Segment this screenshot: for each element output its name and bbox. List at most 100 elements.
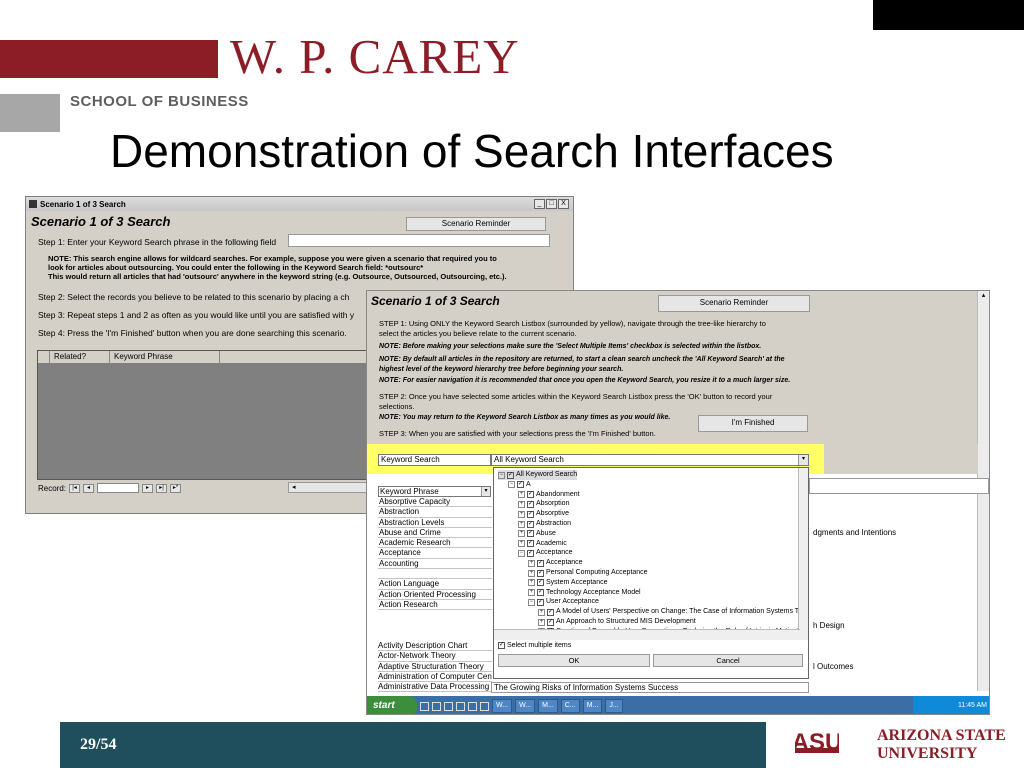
checkbox-checked-icon[interactable]: ✓ bbox=[527, 530, 534, 538]
checkbox-checked-icon[interactable]: ✓ bbox=[517, 481, 524, 489]
list-item[interactable]: Actor-Network Theory bbox=[378, 651, 492, 662]
quicklaunch-icon[interactable] bbox=[420, 701, 429, 711]
chevron-down-icon[interactable]: ▾ bbox=[798, 455, 808, 465]
tree-item[interactable]: − ✓ All Keyword Search bbox=[498, 470, 578, 480]
scenario-reminder-button[interactable]: Scenario Reminder bbox=[406, 217, 546, 231]
expand-icon[interactable]: + bbox=[518, 530, 525, 538]
quicklaunch-icon[interactable] bbox=[456, 701, 465, 711]
scenario-reminder-button[interactable]: Scenario Reminder bbox=[658, 295, 810, 312]
list-item[interactable] bbox=[378, 569, 492, 580]
taskbar-button[interactable]: M... bbox=[582, 699, 603, 713]
collapse-icon[interactable]: − bbox=[528, 598, 535, 606]
checkbox-checked-icon[interactable]: ✓ bbox=[498, 642, 505, 649]
taskbar-button[interactable]: J... bbox=[605, 699, 623, 713]
expand-icon[interactable]: + bbox=[518, 500, 525, 508]
prev-record-icon[interactable]: ◂ bbox=[83, 483, 95, 493]
taskbar-button[interactable]: W... bbox=[492, 699, 513, 713]
tree-item[interactable]: + ✓ Personal Computing Acceptance bbox=[528, 568, 648, 578]
record-number-field[interactable] bbox=[97, 483, 140, 493]
quicklaunch-icon[interactable] bbox=[468, 701, 477, 711]
list-item[interactable]: Abuse and Crime bbox=[378, 528, 492, 539]
expand-icon[interactable]: + bbox=[518, 520, 525, 528]
tree-item[interactable]: − ✓ User Acceptance bbox=[528, 597, 599, 607]
tree-item[interactable]: + ✓ Acceptance bbox=[528, 558, 583, 568]
tree-item[interactable]: + ✓ An Approach to Structured MIS Developm… bbox=[538, 617, 696, 627]
list-item[interactable]: Administrative Data Processing bbox=[378, 682, 492, 693]
checkbox-checked-icon[interactable]: ✓ bbox=[527, 540, 534, 548]
maximize-icon[interactable]: □ bbox=[546, 199, 557, 209]
chevron-down-icon[interactable]: ▾ bbox=[481, 487, 490, 496]
collapse-icon[interactable]: − bbox=[508, 481, 515, 489]
list-item[interactable]: Action Research bbox=[378, 600, 492, 611]
taskbar-button[interactable]: C... bbox=[560, 699, 580, 713]
list-item[interactable]: Abstraction bbox=[378, 507, 492, 518]
taskbar-button[interactable]: M... bbox=[538, 699, 558, 713]
checkbox-checked-icon[interactable]: ✓ bbox=[507, 471, 514, 479]
checkbox-checked-icon[interactable]: ✓ bbox=[547, 608, 554, 616]
minimize-icon[interactable]: _ bbox=[534, 199, 545, 209]
list-item[interactable]: Academic Research bbox=[378, 538, 492, 549]
collapse-icon[interactable]: − bbox=[498, 471, 505, 479]
checkbox-checked-icon[interactable]: ✓ bbox=[527, 549, 534, 557]
checkbox-checked-icon[interactable]: ✓ bbox=[537, 579, 544, 587]
results-grid[interactable]: Related? Keyword Phrase bbox=[37, 350, 377, 480]
taskbar-button[interactable]: W... bbox=[515, 699, 536, 713]
checkbox-checked-icon[interactable]: ✓ bbox=[547, 618, 554, 626]
new-record-icon[interactable]: ▸* bbox=[170, 483, 182, 493]
horizontal-scrollbar[interactable]: ◂ bbox=[288, 482, 378, 493]
checkbox-checked-icon[interactable]: ✓ bbox=[537, 569, 544, 577]
list-item[interactable]: Accounting bbox=[378, 559, 492, 570]
list-item[interactable]: Abstraction Levels bbox=[378, 518, 492, 528]
expand-icon[interactable]: + bbox=[518, 510, 525, 518]
tree-item[interactable]: + ✓ Abuse bbox=[518, 529, 556, 539]
quicklaunch-icon[interactable] bbox=[432, 701, 441, 711]
list-item[interactable]: Action Language bbox=[378, 579, 492, 590]
list-item[interactable]: Activity Description Chart bbox=[378, 641, 492, 652]
ok-button[interactable]: OK bbox=[498, 654, 650, 667]
expand-icon[interactable]: + bbox=[518, 540, 525, 548]
tree-item[interactable]: + ✓ Abstraction bbox=[518, 519, 571, 529]
list-item[interactable]: Action Oriented Processing bbox=[378, 590, 492, 600]
expand-icon[interactable]: + bbox=[518, 491, 525, 499]
keyword-search-combobox[interactable]: All Keyword Search ▾ bbox=[491, 454, 809, 466]
tree-vertical-scrollbar[interactable] bbox=[798, 468, 808, 640]
expand-icon[interactable]: + bbox=[528, 559, 535, 567]
cancel-button[interactable]: Cancel bbox=[653, 654, 803, 667]
quicklaunch-icon[interactable] bbox=[480, 701, 489, 711]
select-multiple-checkbox[interactable]: ✓ Select multiple items bbox=[498, 642, 571, 649]
keyword-search-input[interactable] bbox=[288, 234, 550, 247]
im-finished-button[interactable]: I'm Finished bbox=[698, 415, 808, 432]
expand-icon[interactable]: + bbox=[538, 608, 545, 616]
tree-item[interactable]: + ✓ Academic bbox=[518, 539, 567, 549]
keyword-phrase-combobox[interactable]: Keyword Phrase ▾ bbox=[378, 486, 491, 497]
list-item[interactable]: Acceptance bbox=[378, 548, 492, 559]
last-record-icon[interactable]: ▸| bbox=[156, 483, 168, 493]
checkbox-checked-icon[interactable]: ✓ bbox=[527, 491, 534, 499]
expand-icon[interactable]: + bbox=[528, 589, 535, 597]
expand-icon[interactable]: + bbox=[528, 569, 535, 577]
tree-item[interactable]: + ✓ Abandonment bbox=[518, 490, 580, 500]
tree-item[interactable]: − ✓ A bbox=[508, 480, 531, 490]
tree-body[interactable]: − ✓ All Keyword Search − ✓ A + ✓ Abandonment + ✓ Ab… bbox=[494, 468, 800, 640]
tree-item[interactable]: + ✓ Absorptive bbox=[518, 509, 569, 519]
tree-horizontal-scrollbar[interactable] bbox=[494, 629, 800, 640]
checkbox-checked-icon[interactable]: ✓ bbox=[537, 598, 544, 606]
expand-icon[interactable]: + bbox=[528, 579, 535, 587]
list-item[interactable]: Administration of Computer Cen bbox=[378, 672, 492, 683]
tree-item[interactable]: + ✓ System Acceptance bbox=[528, 578, 607, 588]
keyword-tree-dropdown[interactable]: − ✓ All Keyword Search − ✓ A + ✓ Abandonment + ✓ Ab… bbox=[493, 467, 809, 679]
checkbox-checked-icon[interactable]: ✓ bbox=[527, 510, 534, 518]
column-related[interactable]: Related? bbox=[50, 351, 110, 363]
list-item[interactable]: Absorptive Capacity bbox=[378, 497, 492, 508]
quicklaunch-icon[interactable] bbox=[444, 701, 453, 711]
checkbox-checked-icon[interactable]: ✓ bbox=[537, 589, 544, 597]
checkbox-checked-icon[interactable]: ✓ bbox=[527, 520, 534, 528]
close-icon[interactable]: X bbox=[558, 199, 569, 209]
next-record-icon[interactable]: ▸ bbox=[142, 483, 154, 493]
tree-item[interactable]: − ✓ Acceptance bbox=[518, 548, 573, 558]
collapse-icon[interactable]: − bbox=[518, 549, 525, 557]
tree-item[interactable]: + ✓ A Model of Users' Perspective on Chang… bbox=[538, 607, 800, 617]
expand-icon[interactable]: + bbox=[538, 618, 545, 626]
checkbox-checked-icon[interactable]: ✓ bbox=[537, 559, 544, 567]
tree-item[interactable]: + ✓ Absorption bbox=[518, 499, 569, 509]
